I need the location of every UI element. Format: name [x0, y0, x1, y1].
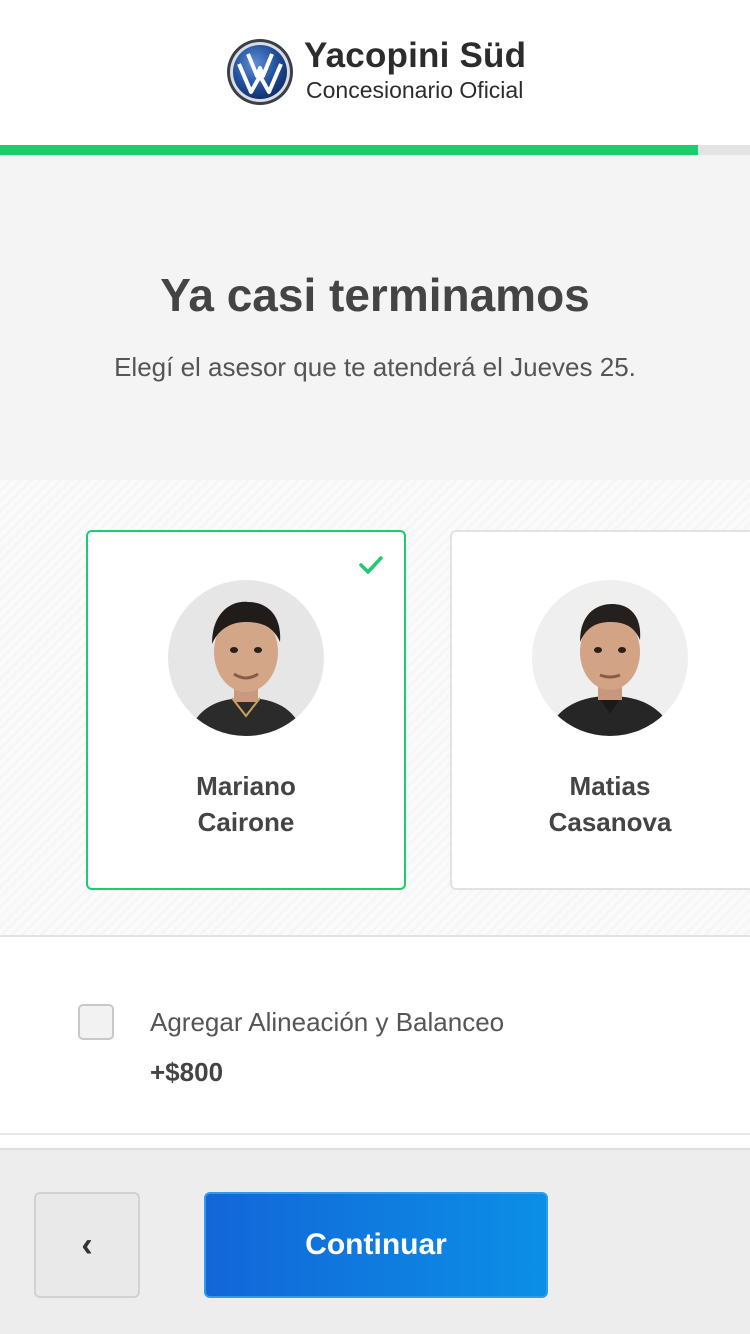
advisor-name: Matias Casanova — [548, 771, 672, 837]
brand-name: Yacopini Süd — [304, 36, 527, 75]
brand-subtitle: Concesionario Oficial — [306, 77, 524, 103]
alignment-checkbox[interactable] — [78, 1004, 114, 1040]
header: Yacopini Süd Concesionario Oficial — [0, 0, 750, 145]
advisor-carousel[interactable]: Mariano Cairone Matias Casanova — [0, 480, 750, 937]
advisor-card-mariano[interactable]: Mariano Cairone — [86, 530, 406, 890]
advisor-card-matias[interactable]: Matias Casanova — [450, 530, 750, 890]
footer-nav: ‹ Continuar — [0, 1148, 750, 1334]
extra-service-option: Agregar Alineación y Balanceo +$800 — [0, 937, 750, 1135]
chevron-left-icon: ‹ — [81, 1226, 93, 1264]
vw-logo-icon — [227, 39, 293, 105]
avatar — [532, 580, 688, 736]
extra-service-label[interactable]: Agregar Alineación y Balanceo — [150, 1007, 504, 1038]
page: Yacopini Süd Concesionario Oficial Ya ca… — [0, 0, 750, 1334]
page-title: Ya casi terminamos — [160, 269, 590, 321]
progress-bar — [0, 145, 750, 155]
avatar — [168, 580, 324, 736]
check-icon — [359, 556, 383, 574]
page-subtitle: Elegí el asesor que te atenderá el Jueve… — [114, 352, 636, 382]
continue-button[interactable]: Continuar — [204, 1192, 548, 1298]
advisor-name: Mariano Cairone — [196, 771, 296, 837]
back-button[interactable]: ‹ — [34, 1192, 140, 1298]
intro-section: Ya casi terminamos Elegí el asesor que t… — [0, 155, 750, 480]
progress-fill — [0, 145, 699, 155]
extra-service-price: +$800 — [150, 1057, 224, 1087]
